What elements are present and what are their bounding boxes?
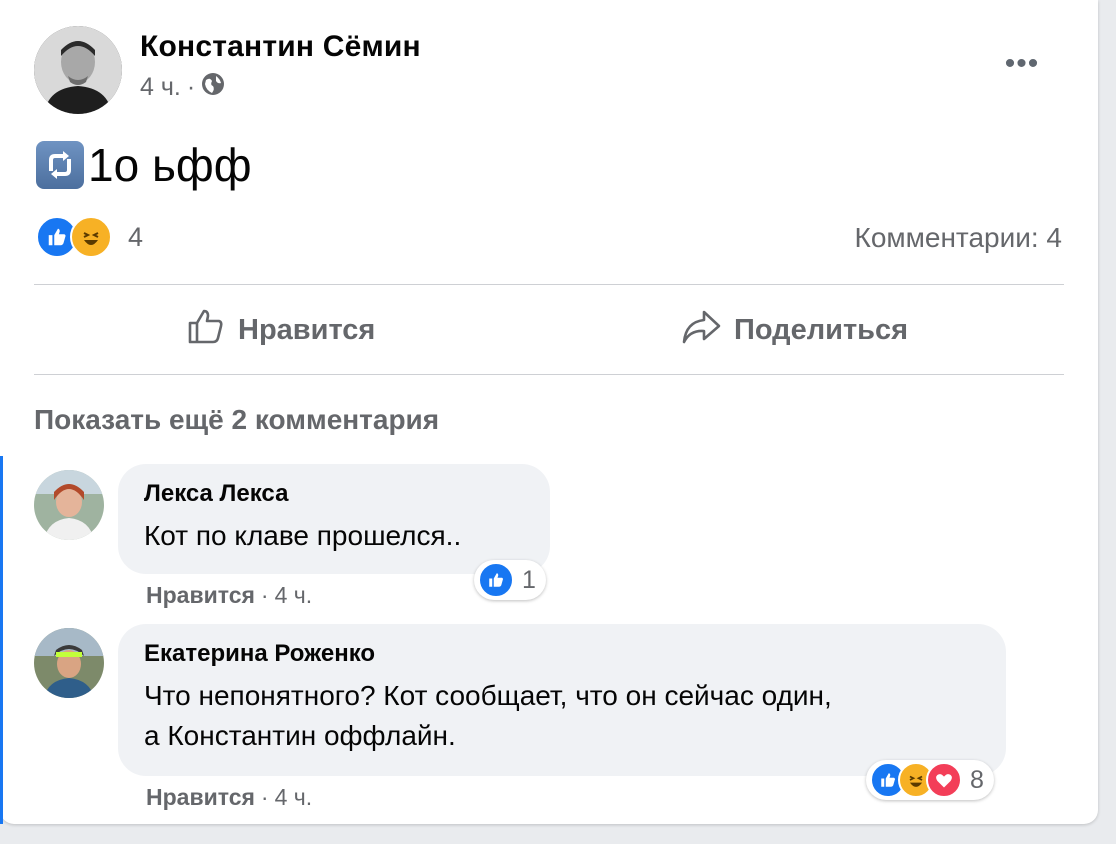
post-card: Константин Сёмин 4 ч. · ••• 1о ьфф 4 Ком… — [0, 0, 1098, 824]
post-time[interactable]: 4 ч. — [140, 73, 181, 102]
meta-separator: · — [186, 73, 196, 101]
comment-text-line: а Константин оффлайн. — [144, 720, 456, 751]
share-icon — [680, 306, 722, 354]
like-label: Нравится — [238, 313, 376, 346]
show-more-comments[interactable]: Показать ещё 2 комментария — [34, 404, 439, 436]
like-reaction-icon — [478, 562, 514, 598]
post-reactions[interactable]: 4 — [36, 216, 143, 258]
comment-thread-indicator — [0, 456, 3, 824]
love-reaction-icon — [926, 762, 962, 798]
thumbs-up-icon — [186, 306, 226, 354]
comment-bubble: Екатерина Роженко Что непонятного? Кот с… — [118, 624, 1006, 776]
comment-author[interactable]: Екатерина Роженко — [144, 640, 980, 668]
comment-time[interactable]: 4 ч. — [275, 582, 313, 609]
post-content: 1о ьфф — [36, 138, 252, 192]
comment-reactions[interactable]: 8 — [866, 760, 994, 800]
comment-like-button[interactable]: Нравится — [146, 582, 255, 609]
haha-reaction-icon — [70, 216, 112, 258]
meta-separator: · — [260, 784, 269, 810]
comment-reaction-count: 8 — [970, 765, 984, 794]
comments-count-link[interactable]: Комментарии: 4 — [855, 222, 1062, 254]
post-text: 1о ьфф — [88, 139, 252, 191]
globe-icon[interactable] — [201, 72, 225, 103]
share-button[interactable]: Поделиться — [680, 306, 908, 354]
comment-text: Кот по клаве прошелся.. — [144, 520, 462, 551]
comment-bubble: Лекса Лекса Кот по клаве прошелся.. — [118, 464, 550, 574]
comment-text-line: Что непонятного? Кот сообщает, что он се… — [144, 680, 832, 711]
like-button[interactable]: Нравится — [186, 306, 375, 354]
reaction-count: 4 — [128, 221, 144, 252]
avatar[interactable] — [34, 628, 104, 698]
avatar[interactable] — [34, 470, 104, 540]
comment-time[interactable]: 4 ч. — [275, 784, 313, 811]
comment-reactions[interactable]: 1 — [474, 560, 546, 600]
author-avatar[interactable] — [34, 26, 122, 114]
post-meta: 4 ч. · — [140, 72, 225, 103]
comment-author[interactable]: Лекса Лекса — [144, 480, 524, 508]
comment-meta: Нравится · 4 ч. — [146, 784, 312, 811]
more-options-icon[interactable]: ••• — [998, 44, 1046, 84]
share-label: Поделиться — [734, 313, 909, 346]
comment-reaction-count: 1 — [522, 565, 536, 594]
repeat-button-emoji — [36, 141, 84, 189]
comment-meta: Нравится · 4 ч. — [146, 582, 312, 609]
meta-separator: · — [260, 582, 269, 608]
divider — [34, 284, 1064, 285]
divider — [34, 374, 1064, 375]
comment-like-button[interactable]: Нравится — [146, 784, 255, 811]
author-name[interactable]: Константин Сёмин — [140, 30, 421, 64]
